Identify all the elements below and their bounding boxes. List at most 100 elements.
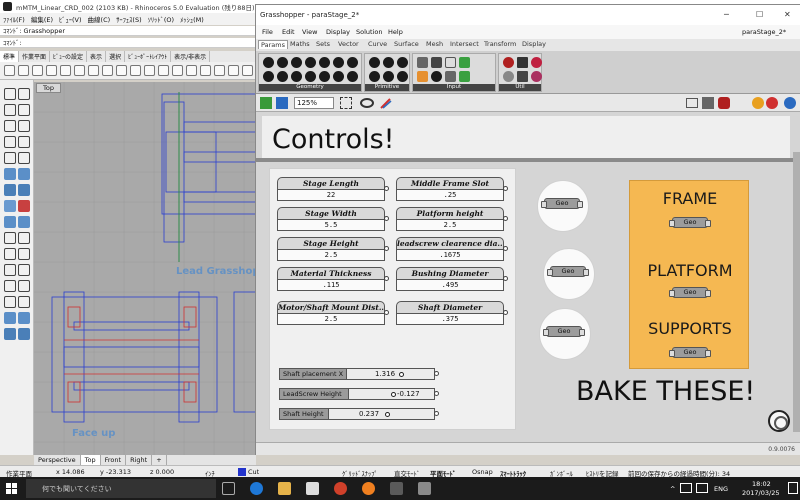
display-mesh-icon[interactable] bbox=[784, 97, 796, 109]
undo-icon[interactable] bbox=[116, 65, 127, 76]
scale-icon[interactable] bbox=[18, 264, 30, 276]
param-box-icon[interactable] bbox=[263, 57, 274, 68]
rhino-tab-display[interactable]: 表示 bbox=[87, 51, 107, 62]
clock-date[interactable]: 2017/03/25 bbox=[742, 489, 779, 497]
number-slider-icon[interactable] bbox=[431, 71, 442, 82]
gh-tab-surface[interactable]: Surface bbox=[392, 40, 421, 48]
save-icon[interactable] bbox=[32, 65, 43, 76]
param-slider-middle-frame-slot[interactable]: Middle Frame Slot .25 bbox=[396, 177, 508, 201]
geo-supports[interactable]: Geo bbox=[669, 347, 711, 358]
gh-menu-edit[interactable]: Edit bbox=[282, 28, 295, 36]
viewport-tab-perspective[interactable]: Perspective bbox=[34, 455, 81, 465]
output-port[interactable] bbox=[503, 310, 508, 315]
param-complex-icon[interactable] bbox=[397, 57, 408, 68]
input-language[interactable]: ENG bbox=[714, 485, 728, 493]
slider-value[interactable]: .1675 bbox=[396, 250, 504, 261]
jump-icon[interactable] bbox=[517, 71, 528, 82]
split-icon[interactable] bbox=[18, 232, 30, 244]
slider-value[interactable]: 22 bbox=[277, 190, 385, 201]
param-circle-icon[interactable] bbox=[291, 57, 302, 68]
preview-wire-icon[interactable] bbox=[686, 98, 698, 108]
group-icon[interactable] bbox=[4, 328, 16, 340]
open-file-icon[interactable] bbox=[18, 65, 29, 76]
param-mesh-icon[interactable] bbox=[277, 71, 288, 82]
gh-tab-mesh[interactable]: Mesh bbox=[424, 40, 445, 48]
param-brep-icon[interactable] bbox=[277, 57, 288, 68]
param-geometry-icon[interactable] bbox=[333, 57, 344, 68]
chrome-icon[interactable] bbox=[334, 482, 347, 495]
number-slider-shaft-height[interactable]: Shaft Height 0.237 bbox=[279, 408, 439, 420]
slider-value[interactable]: .495 bbox=[396, 280, 504, 291]
zoom-icon[interactable] bbox=[158, 65, 169, 76]
param-point-icon[interactable] bbox=[305, 71, 316, 82]
zoom-window-icon[interactable] bbox=[172, 65, 183, 76]
gh-canvas-scrollbar[interactable] bbox=[793, 152, 800, 432]
rhino-menu-mesh[interactable]: ﾒｯｼｭ(M) bbox=[180, 14, 204, 24]
move-icon[interactable] bbox=[4, 248, 16, 260]
maximize-icon[interactable]: ☐ bbox=[756, 10, 763, 19]
zoom-level[interactable]: 125% bbox=[294, 97, 334, 109]
geo-frame[interactable]: Geo bbox=[669, 217, 711, 228]
output-port[interactable] bbox=[503, 276, 508, 281]
slider-value[interactable]: 2.5 bbox=[396, 220, 504, 231]
number-slider-track[interactable]: 1.316 bbox=[347, 368, 435, 380]
output-port[interactable] bbox=[384, 246, 389, 251]
param-arc-icon[interactable] bbox=[305, 57, 316, 68]
slider-value[interactable]: .115 bbox=[277, 280, 385, 291]
trim-icon[interactable] bbox=[4, 232, 16, 244]
shade-icon[interactable] bbox=[214, 65, 225, 76]
gh-tab-display[interactable]: Display bbox=[520, 40, 548, 48]
param-vector-icon[interactable] bbox=[347, 71, 358, 82]
param-surface-icon[interactable] bbox=[333, 71, 344, 82]
gh-menu-solution[interactable]: Solution bbox=[356, 28, 382, 36]
mirror-icon[interactable] bbox=[4, 280, 16, 292]
preview-eye-icon[interactable] bbox=[360, 98, 374, 108]
display-colour-icon[interactable] bbox=[766, 97, 778, 109]
copy-icon[interactable] bbox=[74, 65, 85, 76]
freeform-icon[interactable] bbox=[18, 152, 30, 164]
output-port[interactable] bbox=[384, 310, 389, 315]
add-viewport-icon[interactable]: + bbox=[152, 455, 167, 465]
text-icon[interactable] bbox=[18, 296, 30, 308]
rhino-tab-viewport-layout[interactable]: ﾋﾞｭｰﾎﾟｰﾄﾚｲｱｳﾄ bbox=[125, 51, 172, 62]
output-port[interactable] bbox=[434, 391, 439, 396]
gradient-icon[interactable] bbox=[417, 71, 428, 82]
viewport-tab-top[interactable]: Top bbox=[80, 455, 101, 465]
slider-value[interactable]: .375 bbox=[396, 314, 504, 325]
pan-hand-icon[interactable] bbox=[130, 65, 141, 76]
rectangle-icon[interactable] bbox=[4, 136, 16, 148]
param-colour-icon[interactable] bbox=[383, 57, 394, 68]
number-slider-leadscrew-height[interactable]: LeadScrew Height -0.127 bbox=[279, 388, 439, 400]
paste-icon[interactable] bbox=[102, 65, 113, 76]
chamfer-icon[interactable] bbox=[18, 216, 30, 228]
scribble-icon[interactable] bbox=[503, 71, 514, 82]
slider-value[interactable]: 2.5 bbox=[277, 314, 385, 325]
cut-icon[interactable] bbox=[88, 65, 99, 76]
zoom-selected-icon[interactable] bbox=[200, 65, 211, 76]
task-view-icon[interactable] bbox=[222, 482, 235, 495]
output-port[interactable] bbox=[384, 216, 389, 221]
rhino-menu-curve[interactable]: 曲線(C) bbox=[88, 14, 111, 24]
slider-knob[interactable] bbox=[385, 412, 390, 417]
volume-icon[interactable] bbox=[696, 483, 708, 493]
extrude-icon[interactable] bbox=[4, 184, 16, 196]
file-explorer-icon[interactable] bbox=[278, 482, 291, 495]
viewport-title-top[interactable]: Top bbox=[36, 83, 61, 93]
rhino-menu-view[interactable]: ﾋﾞｭｰ(V) bbox=[59, 14, 82, 24]
windows-start-icon[interactable] bbox=[6, 483, 17, 494]
display-mode-icon[interactable] bbox=[752, 97, 764, 109]
param-slider-shaft-diameter[interactable]: Shaft Diameter .375 bbox=[396, 301, 508, 325]
output-port[interactable] bbox=[434, 371, 439, 376]
status-layer[interactable]: Cut bbox=[248, 468, 259, 476]
param-plane-icon[interactable] bbox=[291, 71, 302, 82]
canvas-navigation-icon[interactable] bbox=[768, 410, 790, 432]
param-curve-icon[interactable] bbox=[319, 57, 330, 68]
select-arrow-icon[interactable] bbox=[4, 88, 16, 100]
param-slider-motor-shaft-mount[interactable]: Motor/Shaft Mount Dist... 2.5 bbox=[277, 301, 389, 325]
gh-canvas[interactable]: Controls! Stage Length 22 Middle Frame S… bbox=[256, 112, 800, 442]
status-osnap[interactable]: Osnap bbox=[470, 468, 495, 476]
surface-icon[interactable] bbox=[4, 168, 16, 180]
number-slider-track[interactable]: 0.237 bbox=[329, 408, 435, 420]
rhino-tab-view-settings[interactable]: ﾋﾞｭｰの設定 bbox=[50, 51, 88, 62]
store-icon[interactable] bbox=[306, 482, 319, 495]
